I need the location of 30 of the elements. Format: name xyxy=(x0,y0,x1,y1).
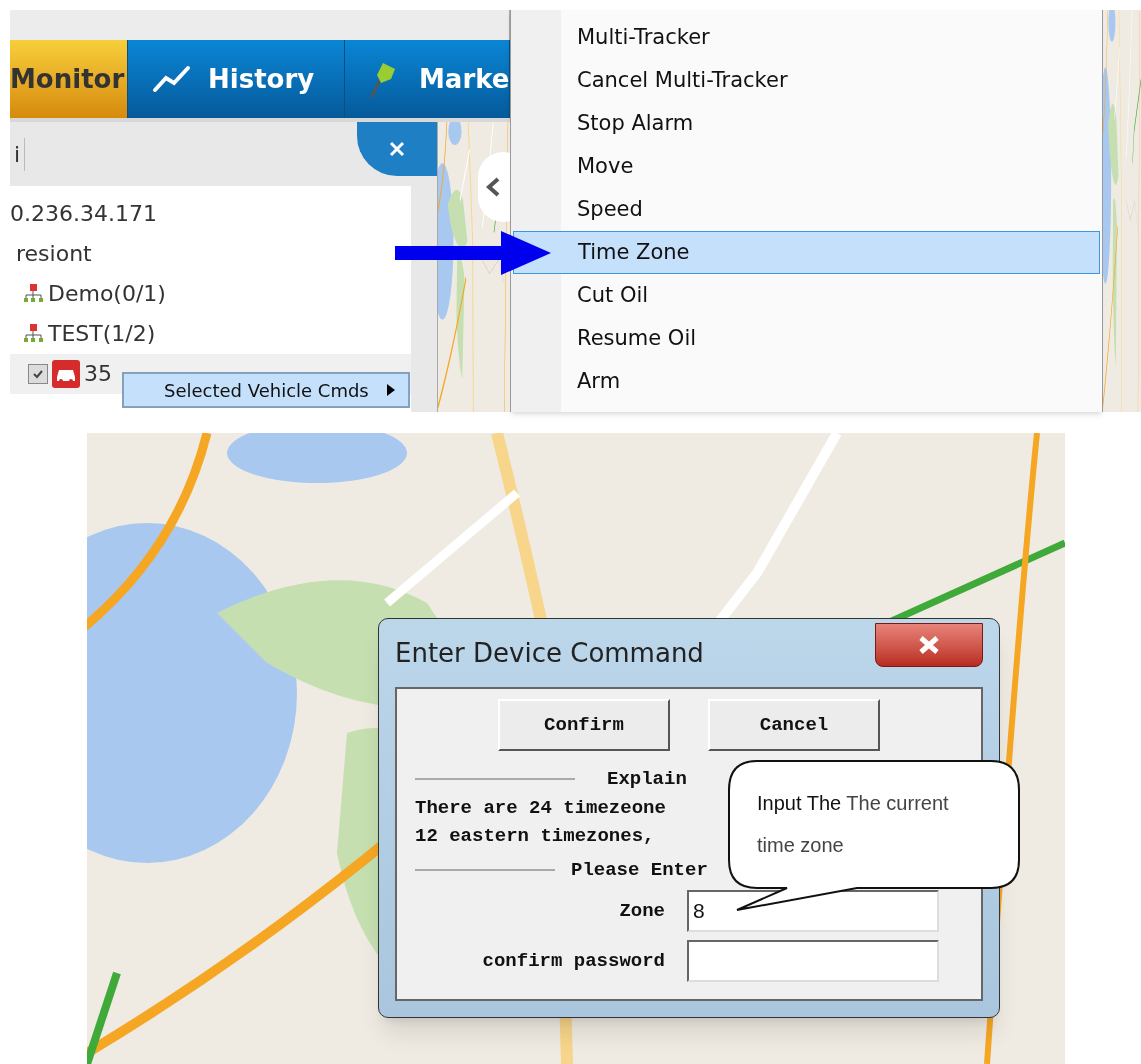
explanation-line: There are 24 timezeone xyxy=(415,795,666,821)
dialog-button[interactable]: Confirm xyxy=(498,699,670,751)
field-label: confirm password xyxy=(481,948,665,974)
tree-item[interactable]: 35 xyxy=(84,363,112,385)
tree-item[interactable]: TEST(1/2) xyxy=(48,323,156,345)
menu-item[interactable]: Speed xyxy=(513,188,1100,231)
explanation-line: 12 eastern timezones, xyxy=(415,823,655,849)
toolbar-tab[interactable]: Marke xyxy=(345,40,510,118)
menu-item[interactable]: Selected Vehicle Cmds xyxy=(123,373,409,407)
panel-tab[interactable]: i xyxy=(10,137,26,171)
menu-item[interactable]: Cut Oil xyxy=(513,274,1100,317)
tree-item[interactable]: Demo(0/1) xyxy=(48,283,166,305)
dialog-title: Enter Device Command xyxy=(395,636,704,670)
dialog-button[interactable]: Cancel xyxy=(708,699,880,751)
menu-item[interactable]: Move xyxy=(513,145,1100,188)
callout-text: Input The The current time zone xyxy=(757,792,949,856)
menu-item[interactable]: Stop Alarm xyxy=(513,102,1100,145)
menu-item[interactable]: Cancel Multi-Tracker xyxy=(513,59,1100,102)
group-heading: Please Enter xyxy=(571,857,708,883)
group-heading: Explain xyxy=(607,767,687,792)
field-label: Zone xyxy=(618,898,665,924)
tree-item[interactable]: resiont xyxy=(16,243,92,265)
input-field[interactable]: 8 xyxy=(687,890,939,932)
menu-item[interactable]: Arm xyxy=(513,360,1100,403)
tree-item[interactable]: 0.236.34.171 xyxy=(10,203,157,225)
toolbar-tab[interactable]: Monitor xyxy=(10,40,128,118)
menu-item[interactable]: Time Zone xyxy=(513,231,1100,274)
menu-item[interactable]: Multi-Tracker xyxy=(513,16,1100,59)
toolbar-tab[interactable]: History xyxy=(128,40,345,118)
menu-item[interactable]: Resume Oil xyxy=(513,317,1100,360)
